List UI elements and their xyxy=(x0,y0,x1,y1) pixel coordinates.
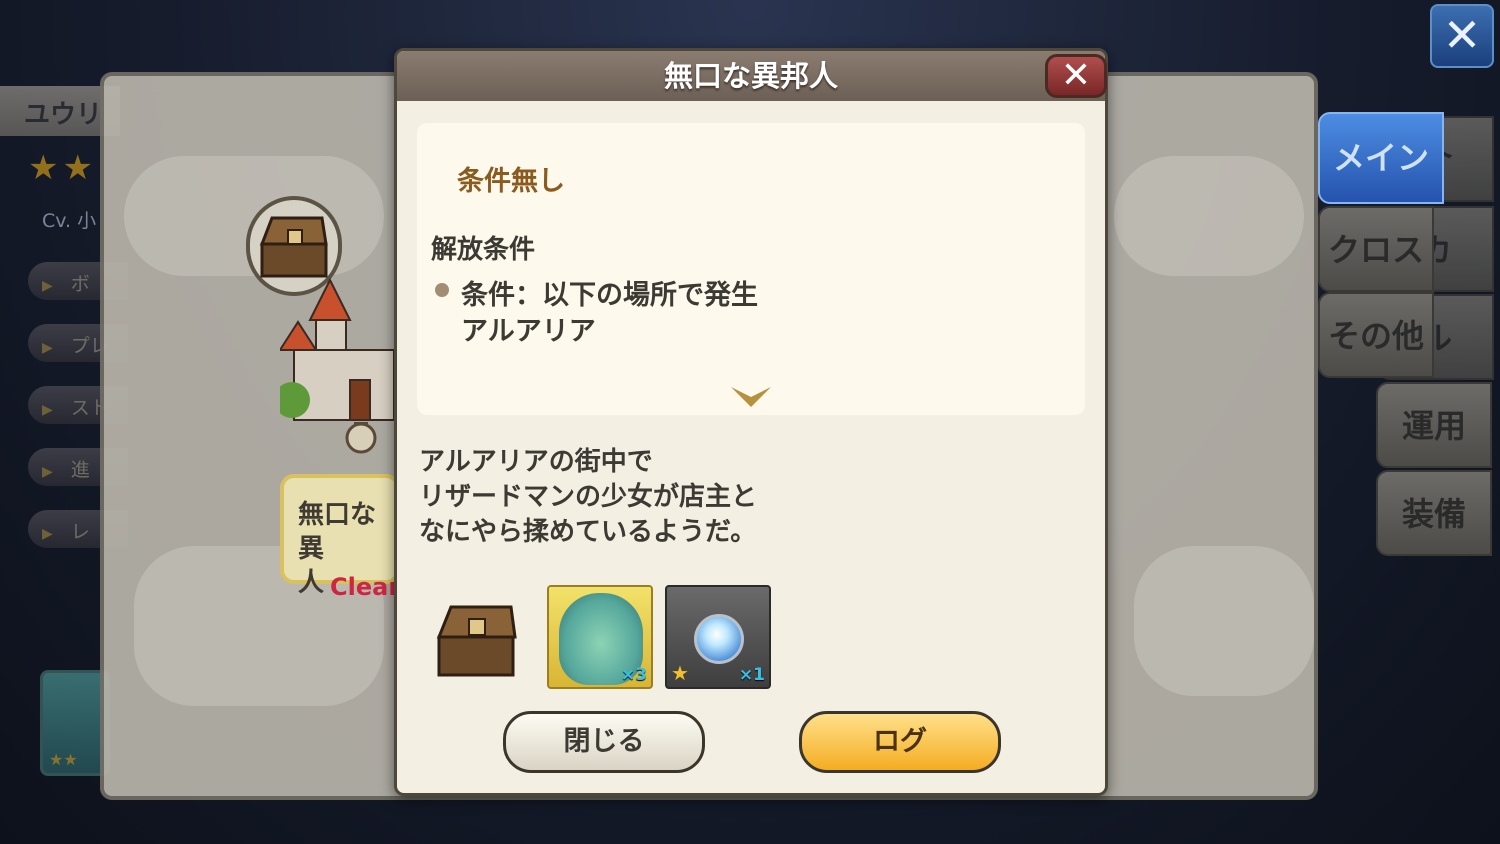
tab-operation[interactable]: 運用 xyxy=(1376,382,1492,468)
play-icon: ▶ xyxy=(42,278,53,294)
bullet-icon xyxy=(435,283,449,297)
log-button[interactable]: ログ xyxy=(799,711,1001,773)
character-stars: ★★ xyxy=(28,148,97,188)
screen-close-button[interactable]: ✕ xyxy=(1430,4,1494,68)
tab-equipment[interactable]: 装備 xyxy=(1376,470,1492,556)
castle-icon xyxy=(280,277,395,454)
condition-title: 条件無し xyxy=(457,166,565,197)
release-condition-label: 解放条件 xyxy=(431,235,536,265)
modal-close-icon[interactable]: ✕ xyxy=(1045,54,1107,98)
reward-quantity: ×1 xyxy=(738,665,765,685)
water-orb-icon xyxy=(694,614,744,664)
tab-cross[interactable]: クロス xyxy=(1318,206,1434,292)
play-icon: ▶ xyxy=(42,402,53,418)
tab-main[interactable]: メイン xyxy=(1318,112,1444,204)
character-panel: ユウリ ★★ Cv. 小 ▶ ボ ▶ プレ ▶ スト ▶ 進 ▶ レ ★★ xyxy=(0,0,128,844)
reward-character-card[interactable]: ×3 xyxy=(547,585,653,689)
play-icon: ▶ xyxy=(42,464,53,480)
condition-box[interactable]: 条件無し 解放条件 条件：以下の場所で発生 アルアリア xyxy=(417,123,1085,415)
reward-orb-card[interactable]: ★ ×1 xyxy=(665,585,771,689)
play-icon: ▶ xyxy=(42,340,53,356)
tab-other[interactable]: その他 xyxy=(1318,292,1434,378)
close-button[interactable]: 閉じる xyxy=(503,711,705,773)
modal-title: 無口な異邦人 xyxy=(397,51,1105,101)
map-quest-card[interactable]: 無口な異 人 Clear xyxy=(280,474,400,601)
cloud xyxy=(1134,546,1314,696)
clear-badge: Clear xyxy=(330,573,401,601)
condition-text: 条件：以下の場所で発生 xyxy=(461,280,758,311)
condition-place: アルアリア xyxy=(461,316,596,347)
cloud xyxy=(1114,156,1304,276)
star-icon: ★ xyxy=(671,661,689,685)
quest-detail-modal: 無口な異邦人 ✕ 条件無し 解放条件 条件：以下の場所で発生 アルアリア アルア… xyxy=(394,48,1108,796)
reward-quantity: ×3 xyxy=(620,665,647,685)
chevron-down-icon[interactable] xyxy=(729,383,773,409)
voice-actor-label: Cv. 小 xyxy=(42,210,97,232)
treasure-chest-icon[interactable] xyxy=(429,595,525,685)
quest-description: アルアリアの街中で リザードマンの少女が店主と なにやら揉めているようだ。 xyxy=(419,447,758,547)
play-icon: ▶ xyxy=(42,526,53,542)
